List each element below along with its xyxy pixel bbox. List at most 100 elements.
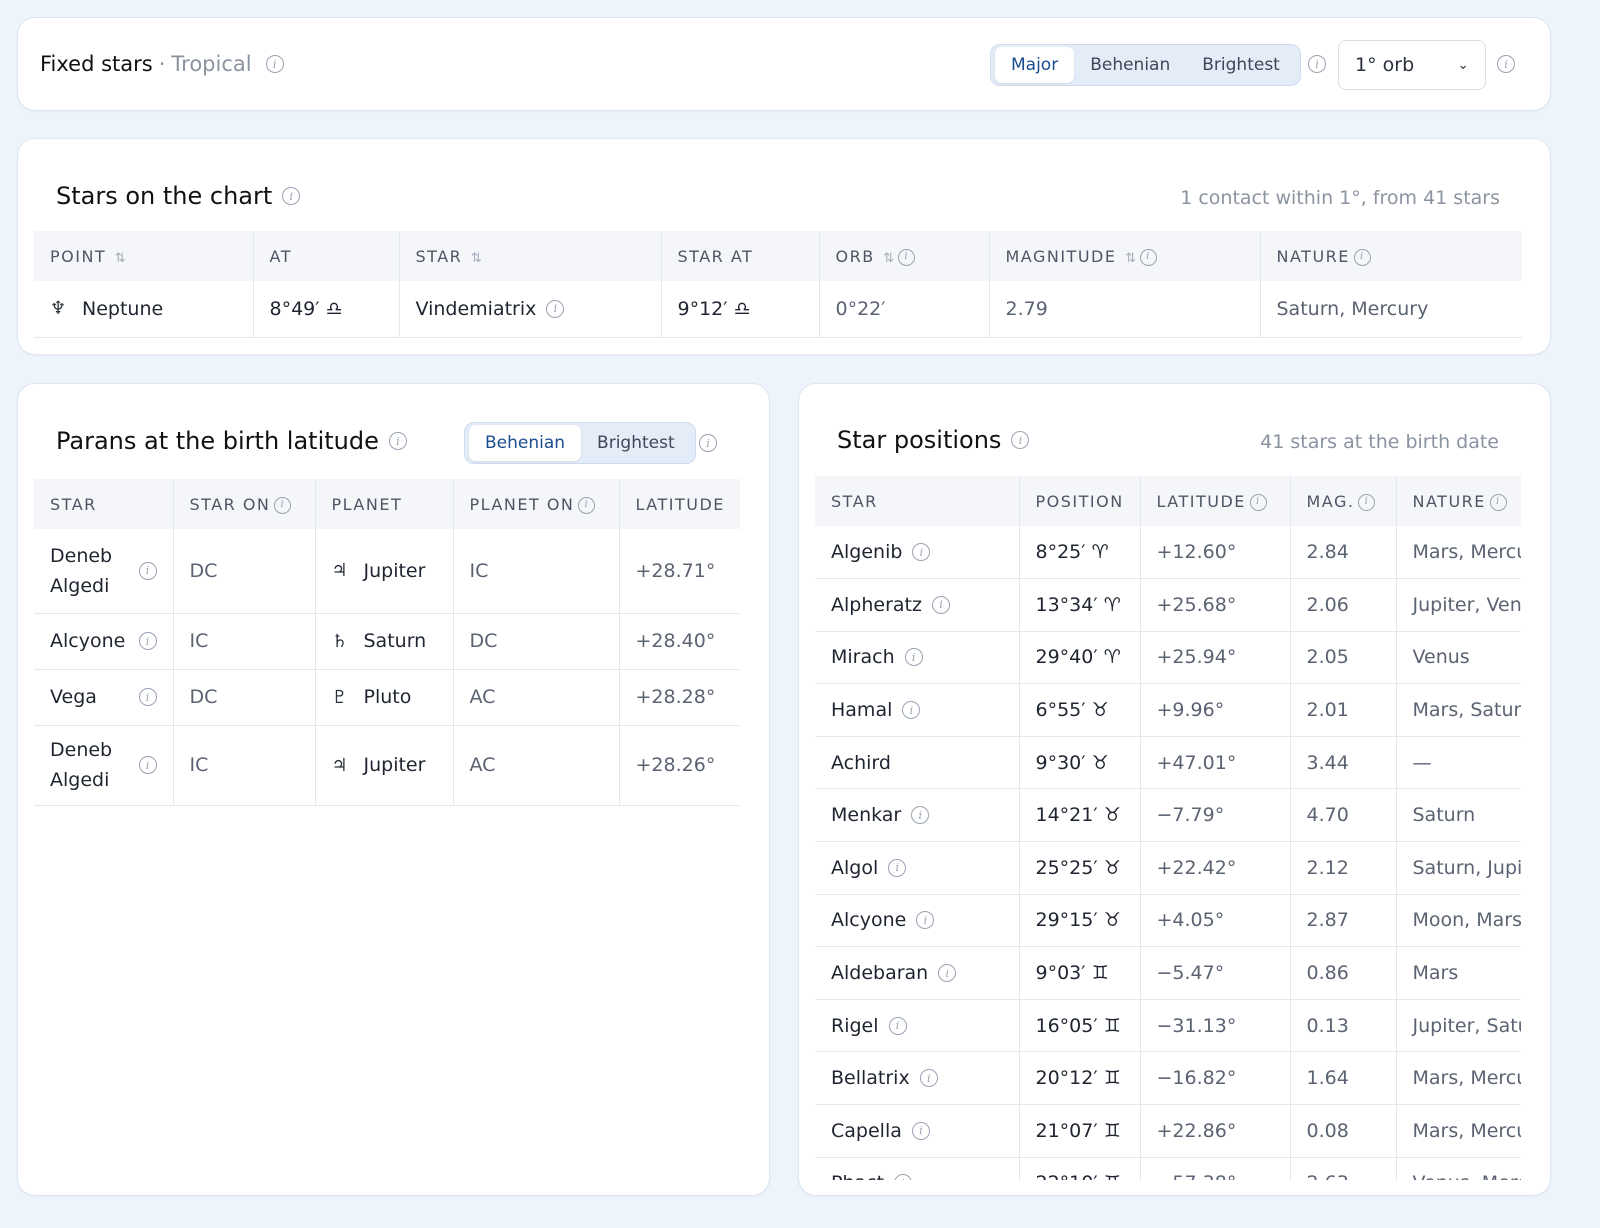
star-info-icon[interactable]: i xyxy=(938,964,957,983)
table-row: ♆ Neptune 8°49′ ♎ Vindemiatrix i 9°12′ ♎ 0… xyxy=(34,281,1522,338)
column-header-star-on: STAR ON i xyxy=(173,479,316,529)
info-icon[interactable]: i xyxy=(578,496,596,514)
parans-set-info-icon[interactable]: i xyxy=(699,434,717,452)
table-row: Alcyone i IC ♄ Saturn DC +28.40° xyxy=(34,613,740,670)
star-info-icon[interactable]: i xyxy=(546,299,565,318)
info-icon[interactable]: i xyxy=(1249,493,1267,511)
planet-on-value: AC xyxy=(453,725,620,806)
column-header-planet: PLANET xyxy=(315,479,454,529)
column-header-mag: MAG. i xyxy=(1290,476,1397,526)
filter-major-button[interactable]: Major xyxy=(995,47,1075,83)
section-title: Star positions i xyxy=(837,426,1030,454)
section-title-text: Star positions xyxy=(837,426,1002,454)
chevron-down-icon: ⌄ xyxy=(1457,57,1469,73)
orb-info-icon[interactable]: i xyxy=(1497,55,1515,73)
star-info-icon[interactable]: i xyxy=(911,1121,930,1140)
filter-brightest-button[interactable]: Brightest xyxy=(581,425,691,461)
position-value: 13°34′ ♈ xyxy=(1019,578,1141,632)
point-position: 8°49′ ♎ xyxy=(253,281,400,338)
star-name: Hamal xyxy=(831,699,893,722)
stars-on-chart-card: Stars on the chart i 1 contact within 1°… xyxy=(17,138,1551,355)
info-icon[interactable]: i xyxy=(898,248,916,266)
column-header-orb[interactable]: ORB ⇅ i xyxy=(819,231,990,281)
latitude-value: −57.38° xyxy=(1140,1157,1291,1180)
star-info-icon[interactable]: i xyxy=(888,858,907,877)
planet-on-value: DC xyxy=(453,613,620,670)
position-value: 20°12′ ♊ xyxy=(1019,1051,1141,1106)
star-info-icon[interactable]: i xyxy=(912,543,931,562)
nature-value: Jupiter, Venus xyxy=(1396,578,1521,632)
section-title-text: Stars on the chart xyxy=(56,182,273,210)
latitude-value: −7.79° xyxy=(1140,788,1291,843)
planet-icon: ♇ xyxy=(331,686,348,708)
magnitude-value: 3.44 xyxy=(1290,736,1397,790)
column-header-star[interactable]: STAR ⇅ xyxy=(399,231,662,281)
magnitude-value: 1.64 xyxy=(1290,1051,1397,1106)
positions-scroll-area[interactable]: STAR POSITION LATITUDE i MAG. i NATURE i Al… xyxy=(815,476,1521,1180)
info-icon[interactable]: i xyxy=(282,187,301,205)
orb-select-value: 1° orb xyxy=(1355,54,1415,76)
column-header-magnitude[interactable]: MAGNITUDE ⇅ i xyxy=(989,231,1261,281)
star-info-icon[interactable]: i xyxy=(916,911,935,930)
table-row: Hamal i 6°55′ ♉ +9.96° 2.01 Mars, Saturn xyxy=(815,683,1521,737)
magnitude-value: 2.87 xyxy=(1290,894,1397,948)
nature-value: Jupiter, Saturn xyxy=(1396,999,1521,1053)
column-header-star: STAR xyxy=(815,476,1020,526)
star-name: Phact xyxy=(831,1172,884,1180)
star-info-icon[interactable]: i xyxy=(138,756,157,774)
info-icon[interactable]: i xyxy=(388,432,407,450)
table-row: Rigeli 16°05′ ♊−31.13°0.13Jupiter, Saturn xyxy=(815,999,1521,1053)
parans-table: STAR STAR ON i PLANET PLANET ON i LATITUDE… xyxy=(34,479,740,806)
star-set-info-icon[interactable]: i xyxy=(1308,55,1326,73)
star-position: 9°12′ ♎ xyxy=(661,281,820,338)
fixed-stars-header-card: Fixed stars · Tropical i Major Behenian … xyxy=(17,17,1551,111)
info-icon[interactable]: i xyxy=(274,496,292,514)
column-header-star-at: STAR AT xyxy=(661,231,820,281)
star-name: Alpheratz xyxy=(831,593,922,616)
star-name: Mirach xyxy=(831,646,895,669)
info-icon[interactable]: i xyxy=(1139,248,1157,266)
latitude-value: −31.13° xyxy=(1140,999,1291,1053)
star-name: Algol xyxy=(831,856,879,879)
latitude-value: +4.05° xyxy=(1140,894,1291,948)
position-value: 6°55′ ♉ xyxy=(1019,683,1141,737)
neptune-icon: ♆ xyxy=(50,298,67,320)
info-icon[interactable]: i xyxy=(1353,248,1371,266)
position-value: 9°03′ ♊ xyxy=(1019,946,1141,1000)
star-info-icon[interactable]: i xyxy=(919,1069,938,1088)
star-info-icon[interactable]: i xyxy=(138,688,157,706)
star-info-icon[interactable]: i xyxy=(888,1016,907,1035)
star-info-icon[interactable]: i xyxy=(894,1174,913,1180)
star-name: Capella xyxy=(831,1119,902,1142)
star-info-icon[interactable]: i xyxy=(931,595,950,614)
star-info-icon[interactable]: i xyxy=(138,632,157,650)
nature-value: Venus xyxy=(1396,631,1521,685)
table-row: Aldebaran i 9°03′ ♊ −5.47° 0.86 Mars xyxy=(815,946,1521,1000)
star-info-icon[interactable]: i xyxy=(911,806,930,825)
info-icon[interactable]: i xyxy=(1011,431,1030,449)
filter-behenian-button[interactable]: Behenian xyxy=(469,425,582,461)
latitude-value: +22.86° xyxy=(1140,1104,1291,1158)
table-row: Deneb Algedi i IC ♃ Jupiter AC +28.26° xyxy=(34,725,740,806)
info-icon[interactable]: i xyxy=(1358,493,1376,511)
position-value: 22°10′ ♊ xyxy=(1019,1157,1141,1180)
nature-value: Saturn, Mercury xyxy=(1260,281,1522,338)
orb-select[interactable]: 1° orb ⌄ xyxy=(1338,40,1486,90)
star-info-icon[interactable]: i xyxy=(904,648,923,667)
star-positions-table: STAR POSITION LATITUDE i MAG. i NATURE i Al… xyxy=(815,476,1521,1180)
point-name: Neptune xyxy=(82,297,164,320)
table-row: Alpheratz i 13°34′ ♈ +25.68° 2.06 Jupiter, Ve… xyxy=(815,578,1521,632)
position-value: 25°25′ ♉ xyxy=(1019,841,1141,895)
filter-brightest-button[interactable]: Brightest xyxy=(1186,47,1296,83)
column-header-point[interactable]: POINT ⇅ xyxy=(34,231,254,281)
table-header-row: STAR POSITION LATITUDE i MAG. i NATURE i xyxy=(815,476,1521,526)
filter-behenian-button[interactable]: Behenian xyxy=(1074,47,1186,83)
magnitude-value: 2.84 xyxy=(1290,526,1397,580)
star-info-icon[interactable]: i xyxy=(902,701,921,720)
info-icon[interactable]: i xyxy=(1489,493,1507,511)
info-icon[interactable]: i xyxy=(265,55,284,73)
star-info-icon[interactable]: i xyxy=(138,561,157,580)
page-title-text: Fixed stars xyxy=(40,52,153,76)
section-title-text: Parans at the birth latitude xyxy=(56,427,379,455)
table-row: Bellatrix i 20°12′ ♊−16.82°1.64Mars, Mercu… xyxy=(815,1051,1521,1106)
